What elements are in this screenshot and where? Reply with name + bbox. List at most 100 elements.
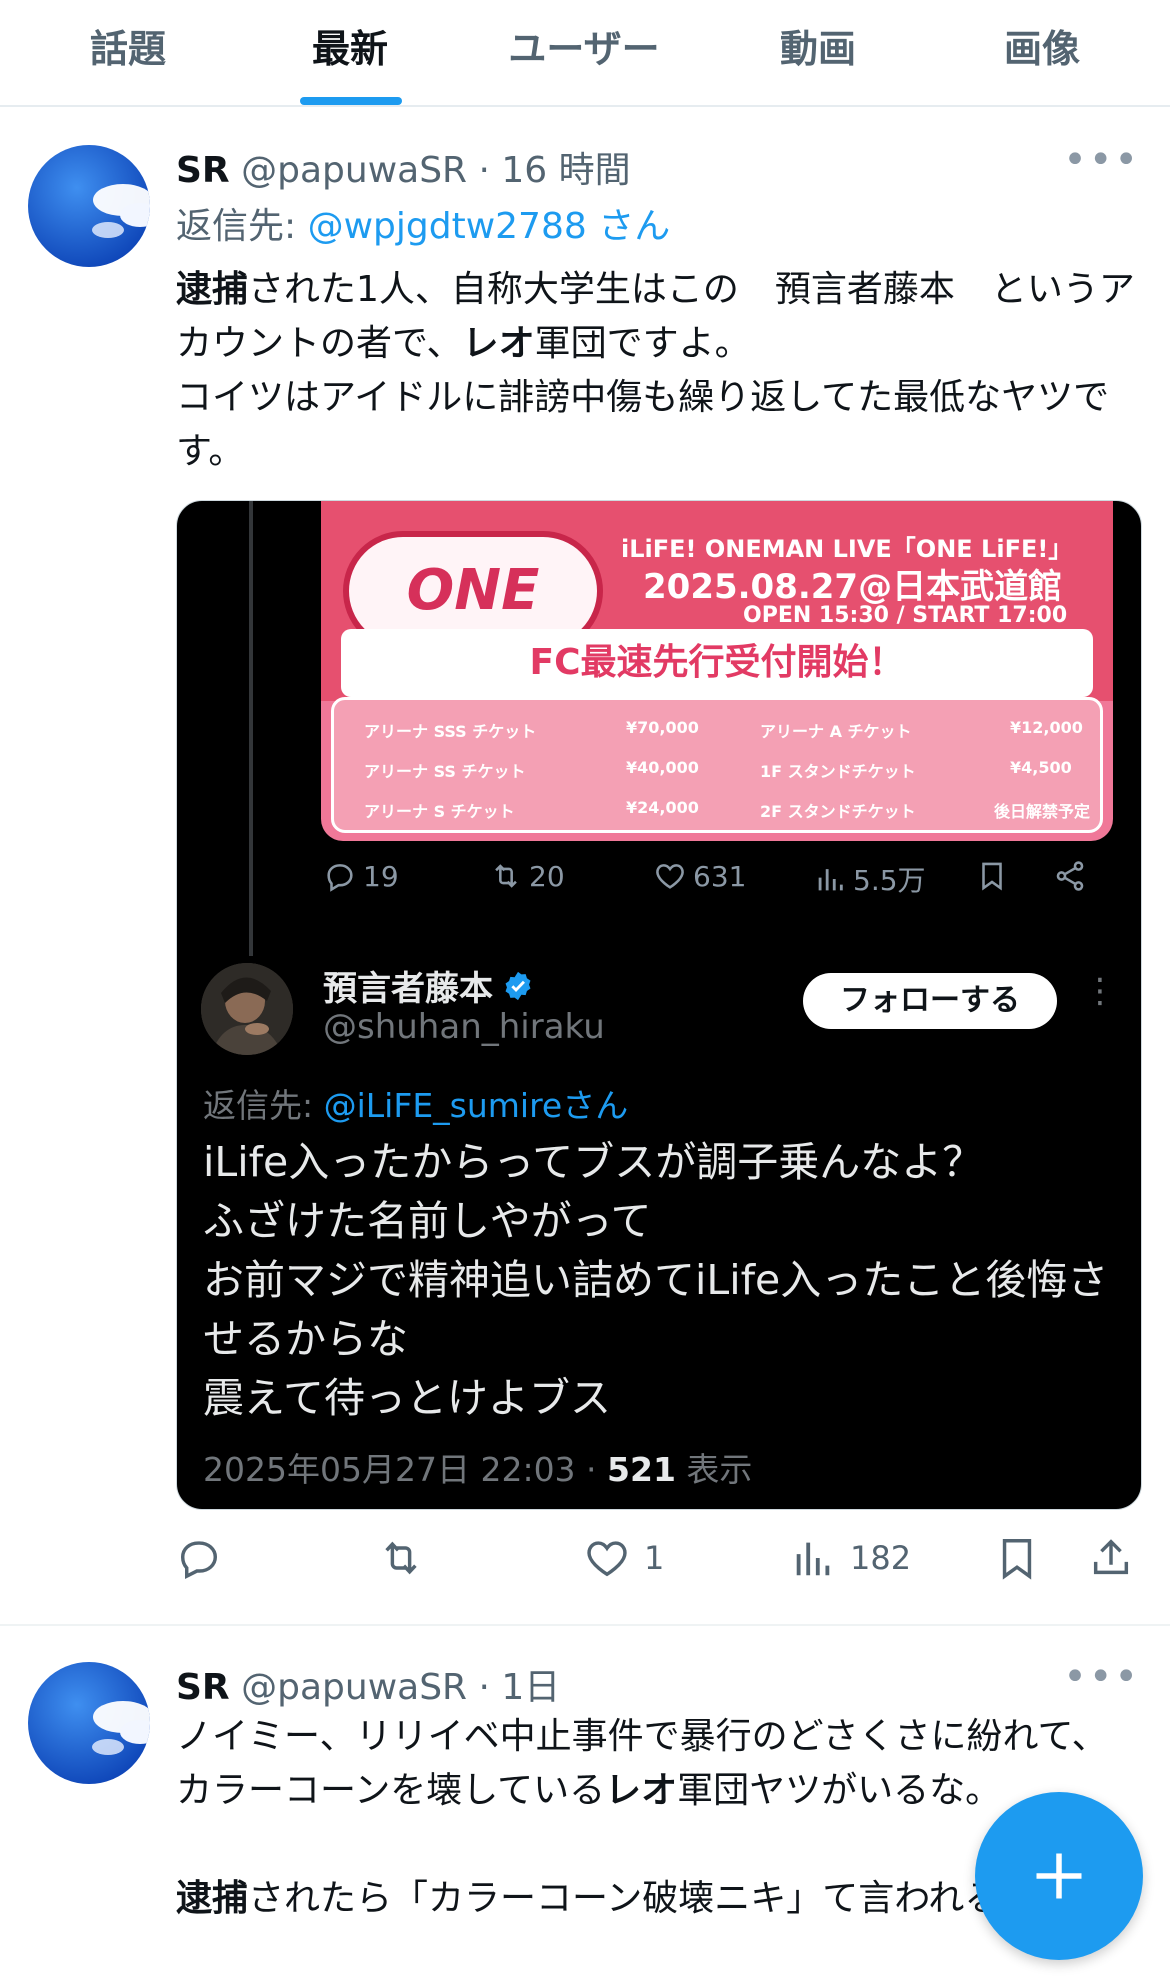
text-line: ふざけた名前しやがって	[203, 1197, 652, 1245]
text-line: 震えて待っとけよブス	[203, 1374, 611, 1422]
views-count: 182	[850, 1539, 912, 1577]
retweet-button[interactable]	[378, 1535, 424, 1581]
tab-people[interactable]: ユーザー	[484, 18, 684, 71]
price-label: アリーナ S チケット	[364, 802, 515, 821]
person-photo-icon	[201, 963, 293, 1055]
display-name[interactable]: SR	[176, 150, 230, 191]
embedded-timestamp: 2025年05月27日 22:03 · 521 表示	[203, 1443, 752, 1491]
text-span: 軍団ヤツがいるな。	[677, 1770, 1002, 1811]
plus-icon	[1036, 1853, 1082, 1899]
more-icon[interactable]: •••	[1063, 137, 1140, 183]
reply-to-handle[interactable]: @wpjgdtw2788 さん	[308, 206, 671, 247]
views-icon	[796, 1542, 830, 1576]
price-list: アリーナ SSS チケット ¥70,000 アリーナ SS チケット ¥40,0…	[331, 697, 1103, 833]
views-count: 5.5万	[853, 864, 926, 897]
bookmark-icon	[982, 862, 1002, 891]
views-button[interactable]: 182	[790, 1535, 911, 1581]
embedded-avatar	[201, 963, 293, 1055]
share-icon	[1093, 1539, 1129, 1575]
retweet-count: 20	[529, 859, 565, 893]
more-icon[interactable]: •••	[1063, 1654, 1140, 1700]
text-span: コイツはアイドルに誹謗中傷も繰り返してた最低なヤツです。	[176, 377, 1110, 472]
price-value: 後日解禁予定	[994, 802, 1091, 821]
embedded-more-icon: ⋮	[1083, 971, 1117, 1011]
share-icon	[1056, 861, 1084, 891]
retweet-icon	[495, 864, 517, 888]
reply-button[interactable]	[176, 1535, 222, 1581]
text-span: されたら「カラーコーン破壊ニキ」て言われるんだ	[248, 1878, 1073, 1919]
embedded-views: 5.5万	[813, 859, 926, 899]
reply-icon	[327, 864, 353, 892]
search-tabs: 話題 最新 ユーザー 動画 画像	[0, 0, 1170, 107]
reply-count: 19	[363, 859, 399, 893]
poster-banner: FC最速先行受付開始！	[341, 629, 1093, 697]
embedded-retweet: 20	[489, 859, 565, 893]
bold-text: レオ	[462, 323, 535, 364]
reply-to-label: 返信先:	[176, 206, 308, 247]
price-value: ¥70,000	[626, 718, 699, 737]
tweet[interactable]: SR @papuwaSR · 16 時間 ••• 返信先: @wpjgdtw27…	[0, 107, 1170, 1625]
retweet-icon	[385, 1541, 417, 1575]
price-value: ¥4,500	[1010, 758, 1072, 777]
tweet-action-bar: 1 182	[176, 1535, 1142, 1595]
price-label: 1F スタンドチケット	[760, 762, 916, 781]
embedded-name-text: 預言者藤本	[323, 969, 493, 1009]
tab-latest[interactable]: 最新	[280, 18, 420, 71]
embedded-share	[1053, 859, 1087, 893]
verified-badge-icon	[505, 971, 531, 1000]
tab-videos[interactable]: 動画	[748, 18, 888, 71]
tab-top[interactable]: 話題	[58, 18, 198, 71]
like-button[interactable]: 1	[584, 1535, 664, 1581]
price-label: アリーナ SS チケット	[364, 762, 526, 781]
poster-date: 2025.08.27@日本武道館	[643, 567, 1063, 607]
price-value: ¥24,000	[626, 798, 699, 817]
active-tab-indicator	[300, 97, 402, 105]
handle-and-time[interactable]: @papuwaSR · 16 時間	[241, 150, 631, 191]
bookmark-icon	[1002, 1539, 1032, 1580]
like-count: 1	[644, 1539, 665, 1577]
embedded-reply: 19	[323, 859, 399, 893]
bold-text: 逮捕	[176, 269, 249, 310]
compose-button[interactable]	[975, 1792, 1143, 1960]
heart-icon	[587, 1541, 627, 1577]
embedded-tweet-text: iLife入ったからってブスが調子乗んなよ？ ふざけた名前しやがって お前マジで…	[203, 1133, 1123, 1428]
bold-text: レオ	[605, 1770, 678, 1811]
sky-avatar-image	[28, 1662, 150, 1784]
display-name[interactable]: SR	[176, 1667, 230, 1708]
embedded-reply-label: 返信先:	[203, 1086, 324, 1125]
share-button[interactable]	[1088, 1535, 1134, 1581]
price-label: 2F スタンドチケット	[760, 802, 916, 821]
avatar[interactable]	[28, 145, 150, 267]
concert-poster: ONE LiFE! iLiFE! ONEMAN LIVE「ONE LiFE!」 …	[321, 501, 1113, 841]
views-icon	[818, 869, 843, 891]
embedded-action-bar: 19 20 631 5.5万	[177, 859, 1141, 909]
bookmark-button[interactable]	[994, 1535, 1040, 1581]
attached-image[interactable]: ONE LiFE! iLiFE! ONEMAN LIVE「ONE LiFE!」 …	[176, 500, 1142, 1510]
tweet-header: SR @papuwaSR · 1日	[176, 1658, 560, 1710]
embedded-handle: @shuhan_hiraku	[323, 1007, 605, 1047]
reply-icon	[180, 1541, 218, 1580]
timestamp-text: 2025年05月27日 22:03 ·	[203, 1450, 608, 1489]
text-line: お前マジで精神追い詰めてiLife入ったこと後悔させるからな	[203, 1256, 1109, 1363]
tweet[interactable]: SR @papuwaSR · 1日 ••• ノイミー、リリイベ中止事件で暴行のど…	[0, 1626, 1170, 1985]
price-value: ¥40,000	[626, 758, 699, 777]
avatar[interactable]	[28, 1662, 150, 1784]
tweet-header: SR @papuwaSR · 16 時間	[176, 141, 631, 193]
embedded-like: 631	[653, 859, 746, 893]
like-count: 631	[693, 859, 747, 893]
text-span: 軍団ですよ。	[534, 323, 751, 364]
poster-open-time: OPEN 15:30 / START 17:00	[743, 603, 1068, 628]
price-label: アリーナ SSS チケット	[364, 722, 537, 741]
embedded-reply-handle: @iLiFE_sumireさん	[323, 1086, 629, 1125]
views-label: 表示	[675, 1450, 753, 1489]
handle-and-time[interactable]: @papuwaSR · 1日	[241, 1667, 560, 1708]
embedded-reply-to: 返信先: @iLiFE_sumireさん	[203, 1079, 628, 1127]
embedded-bookmark	[975, 859, 1009, 893]
price-label: アリーナ A チケット	[760, 722, 912, 741]
bold-text: 逮捕	[176, 1878, 249, 1919]
tab-images[interactable]: 画像	[972, 18, 1112, 71]
heart-icon	[656, 864, 684, 889]
sky-avatar-image	[28, 145, 150, 267]
follow-button: フォローする	[803, 973, 1057, 1029]
text-line: iLife入ったからってブスが調子乗んなよ？	[203, 1138, 984, 1186]
